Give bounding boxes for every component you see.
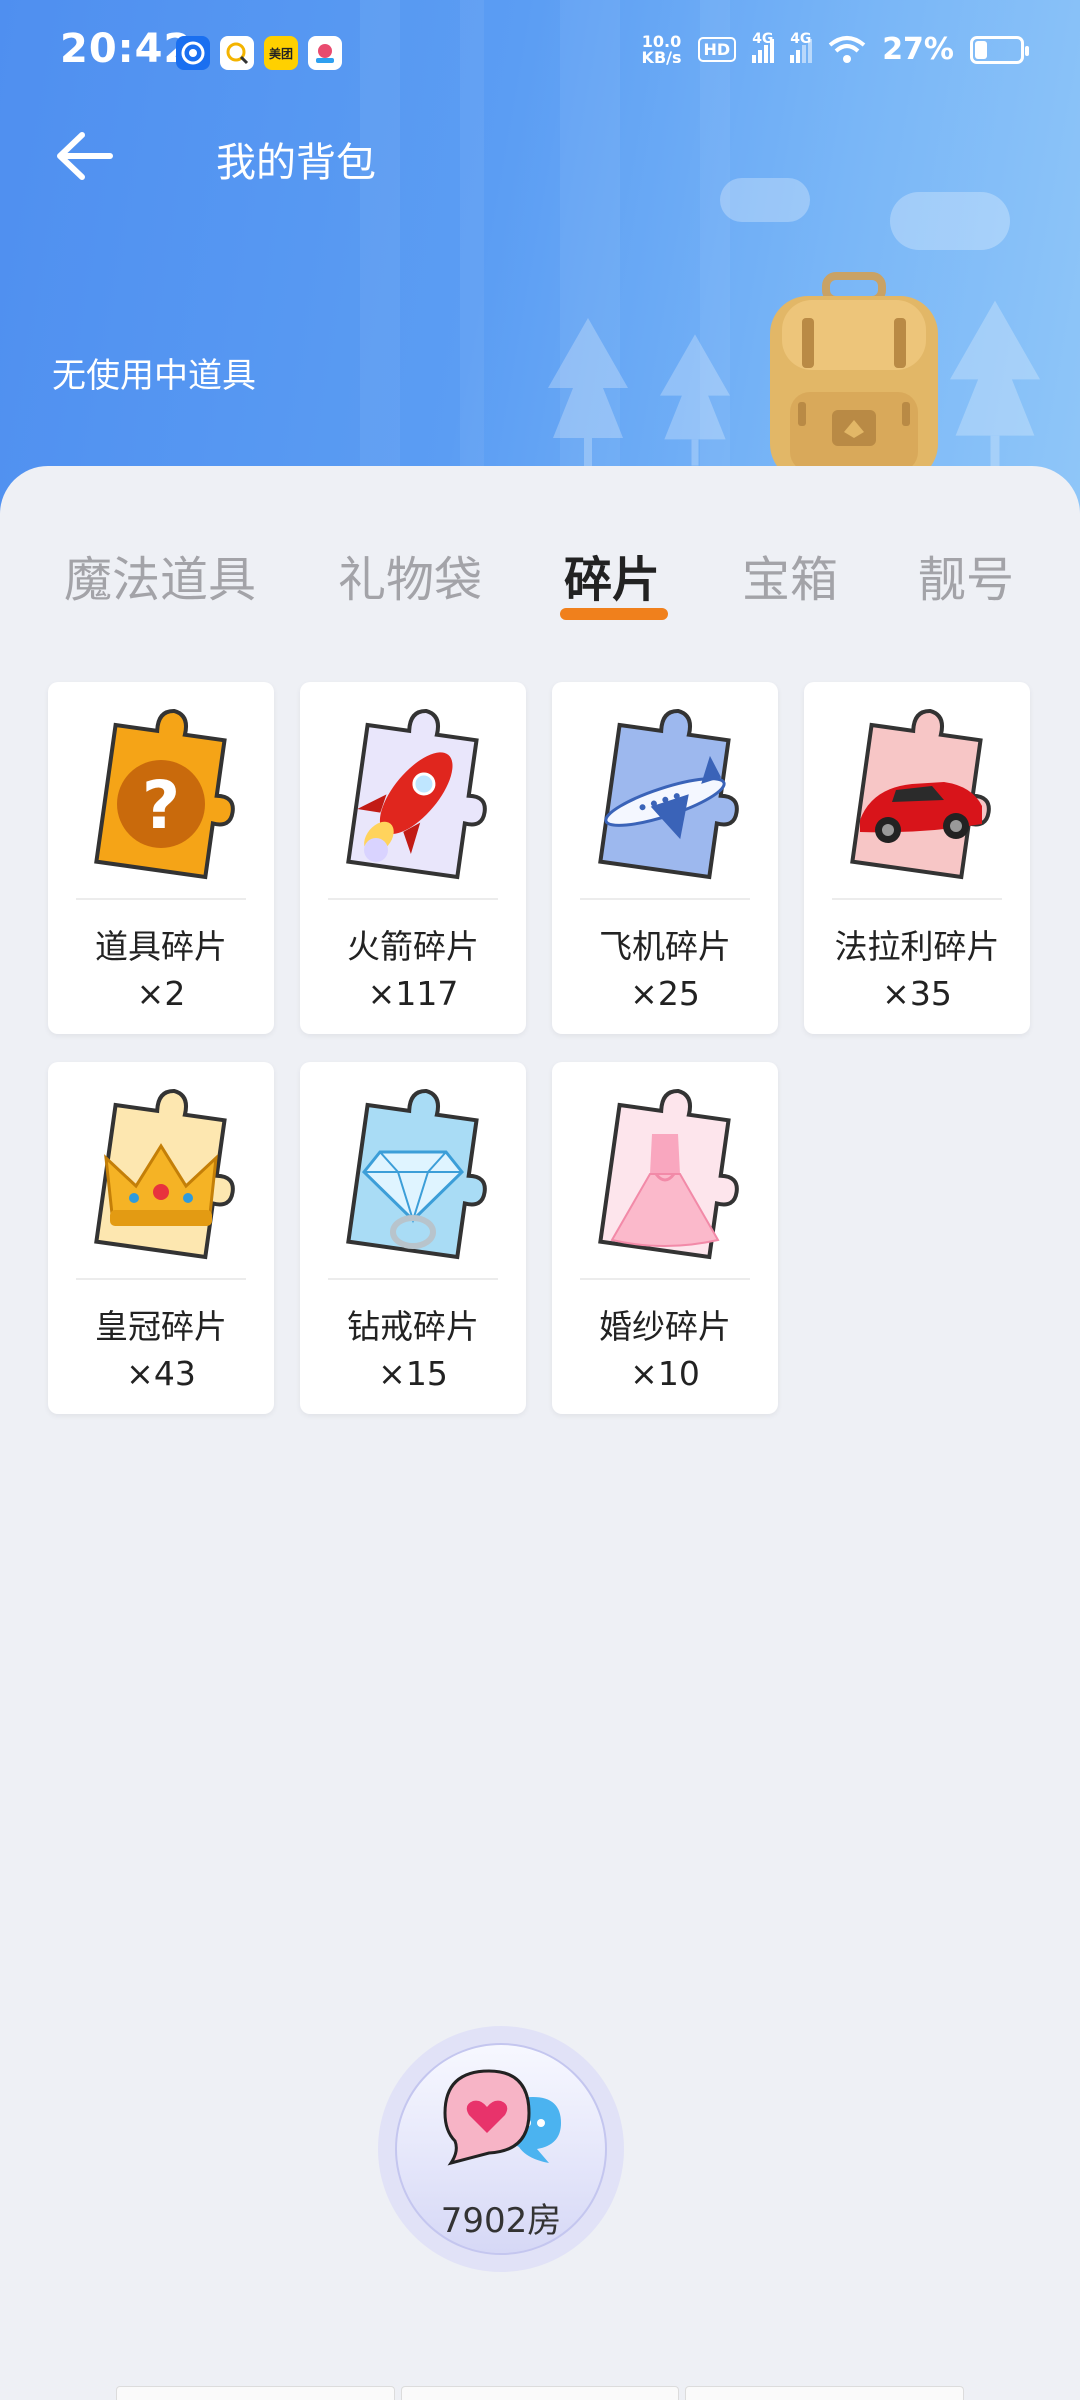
fragment-card[interactable]: ? 道具碎片 ×2 [48, 682, 274, 1034]
fragment-name: 法拉利碎片 [834, 927, 1000, 966]
search-app-icon [220, 36, 254, 70]
fragment-card[interactable]: 钻戒碎片 ×15 [300, 1062, 526, 1414]
fragment-name: 飞机碎片 [599, 927, 731, 966]
fragment-name: 道具碎片 [95, 927, 227, 966]
airplane-puzzle-icon [598, 708, 739, 880]
fragment-count: ×10 [630, 1354, 700, 1393]
clock: 20:42 [60, 26, 193, 72]
bottom-tray [116, 2386, 965, 2400]
fragment-count: ×25 [630, 974, 700, 1013]
map-app-icon [308, 36, 342, 70]
room-number-label: 7902房 [440, 2201, 562, 2241]
signal-icon-2: 4G [790, 31, 813, 63]
tab-magic-items[interactable]: 魔法道具 [64, 540, 256, 610]
sports-car-puzzle-icon [850, 708, 991, 880]
tab-fragments[interactable]: 碎片 [564, 540, 660, 610]
backpack-page: 20:42 美团 10.0 KB/s HD 4G 4G 27% 我的背包 无使用… [0, 0, 1080, 2400]
notification-icons: 美团 [176, 36, 342, 70]
diamond-ring-puzzle-icon [346, 1088, 487, 1260]
battery-percent: 27% [882, 32, 954, 67]
tab-gift-bag[interactable]: 礼物袋 [338, 540, 482, 610]
wedding-dress-puzzle-icon [598, 1088, 739, 1260]
room-button-inner: 7902房 [395, 2043, 607, 2255]
tab-treasure-chest[interactable]: 宝箱 [742, 540, 838, 610]
fragment-name: 婚纱碎片 [599, 1307, 731, 1346]
tab-vip-number[interactable]: 靓号 [918, 540, 1014, 610]
hd-badge: HD [697, 37, 737, 62]
crown-puzzle-icon [94, 1088, 235, 1260]
svg-text:?: ? [142, 767, 180, 844]
fragment-count: ×117 [367, 974, 459, 1013]
network-speed: 10.0 KB/s [641, 31, 682, 67]
chat-heart-icon [443, 2069, 561, 2166]
meituan-app-icon: 美团 [264, 36, 298, 70]
arrow-left-icon [57, 132, 113, 180]
signal-icon: 4G [752, 31, 775, 63]
active-tab-indicator [560, 608, 668, 620]
in-use-status: 无使用中道具 [52, 356, 256, 396]
room-floating-button[interactable]: 7902房 [378, 2026, 624, 2272]
question-puzzle-icon: ? [94, 708, 235, 880]
system-icons: 10.0 KB/s HD 4G 4G 27% [641, 31, 1029, 67]
battery-icon [970, 35, 1029, 64]
fragment-name: 火箭碎片 [347, 927, 479, 966]
fragment-name: 钻戒碎片 [347, 1307, 479, 1346]
fragment-count: ×2 [136, 974, 186, 1013]
fragment-card[interactable]: 火箭碎片 ×117 [300, 682, 526, 1034]
fragment-card[interactable]: 婚纱碎片 ×10 [552, 1062, 778, 1414]
fragment-count: ×43 [126, 1354, 196, 1393]
fragment-count: ×15 [378, 1354, 448, 1393]
category-tabs: 魔法道具 礼物袋 碎片 宝箱 靓号 [0, 466, 1080, 636]
status-bar: 20:42 美团 10.0 KB/s HD 4G 4G 27% [0, 0, 1080, 110]
fragment-card[interactable]: 飞机碎片 ×25 [552, 682, 778, 1034]
browser-app-icon [176, 36, 210, 70]
back-button[interactable] [48, 120, 120, 192]
rocket-puzzle-icon [346, 708, 487, 880]
fragment-name: 皇冠碎片 [95, 1307, 227, 1346]
fragment-count: ×35 [882, 974, 952, 1013]
fragment-card[interactable]: 法拉利碎片 ×35 [804, 682, 1030, 1034]
page-title: 我的背包 [216, 140, 376, 186]
backpack-illustration [770, 272, 938, 482]
wifi-icon [828, 35, 866, 63]
fragment-card[interactable]: 皇冠碎片 ×43 [48, 1062, 274, 1414]
